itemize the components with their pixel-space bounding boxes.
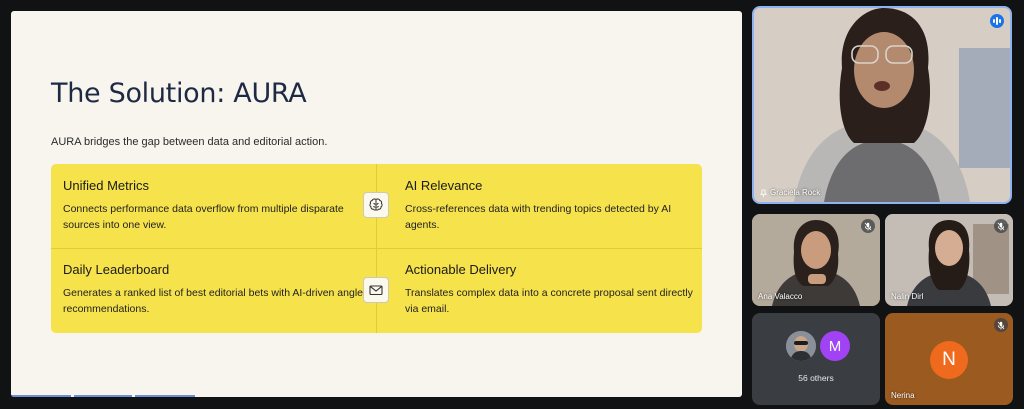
participant-name-label: Ana Valacco xyxy=(758,292,802,301)
feature-card-ai-relevance: AI Relevance Cross-references data with … xyxy=(405,178,705,233)
participant-tile[interactable]: Ana Valacco xyxy=(752,214,880,306)
avatar-letter: M xyxy=(820,331,850,361)
participant-name: Nerina xyxy=(891,391,915,400)
speaking-indicator-icon xyxy=(990,14,1004,28)
participant-tile[interactable]: N Nerina xyxy=(885,313,1013,405)
avatar-photo xyxy=(786,331,816,361)
feature-title: Daily Leaderboard xyxy=(63,262,170,277)
avatar-letter: N xyxy=(930,341,968,379)
envelope-icon xyxy=(363,277,389,303)
feature-card-daily-leaderboard: Daily Leaderboard Generates a ranked lis… xyxy=(63,262,363,317)
slide-progress-bar xyxy=(11,395,742,397)
participant-name-label: Nerina xyxy=(891,391,915,400)
participant-name: Graciela Rock xyxy=(770,188,821,197)
participant-video xyxy=(754,8,1010,202)
feature-card-actionable-delivery: Actionable Delivery Translates complex d… xyxy=(405,262,705,317)
participant-name-label: Graciela Rock xyxy=(760,188,820,197)
feature-body: Connects performance data overflow from … xyxy=(63,203,344,231)
feature-card-unified-metrics: Unified Metrics Connects performance dat… xyxy=(63,178,363,233)
mic-off-icon xyxy=(861,219,875,233)
participant-name: Nalin Dirl xyxy=(891,292,924,301)
feature-title: AI Relevance xyxy=(405,178,483,193)
feature-title: Actionable Delivery xyxy=(405,262,517,277)
pin-icon xyxy=(760,189,767,197)
feature-title: Unified Metrics xyxy=(63,178,149,193)
brain-icon xyxy=(363,192,389,218)
presentation-slide: The Solution: AURA AURA bridges the gap … xyxy=(11,11,742,397)
feature-grid: Unified Metrics Connects performance dat… xyxy=(51,164,702,333)
feature-body: Translates complex data into a concrete … xyxy=(405,287,693,315)
meeting-stage: The Solution: AURA AURA bridges the gap … xyxy=(0,0,1024,409)
slide-subtitle: AURA bridges the gap between data and ed… xyxy=(51,136,328,148)
feature-body: Generates a ranked list of best editoria… xyxy=(63,287,363,315)
avatar-image xyxy=(786,331,816,361)
participant-tile[interactable]: Nalin Dirl xyxy=(885,214,1013,306)
others-count: 56 others xyxy=(798,373,834,383)
participant-name-label: Nalin Dirl xyxy=(891,292,923,301)
progress-segment xyxy=(74,395,132,397)
feature-body: Cross-references data with trending topi… xyxy=(405,203,672,231)
speaker-tile[interactable]: Graciela Rock xyxy=(752,6,1012,204)
participant-name: Ana Valacco xyxy=(758,292,803,301)
mic-off-icon xyxy=(994,318,1008,332)
grid-divider-horizontal xyxy=(51,248,702,249)
others-tile[interactable]: M 56 others xyxy=(752,313,880,405)
progress-segment xyxy=(135,395,195,397)
avatar-stack: M xyxy=(786,331,850,361)
slide-title: The Solution: AURA xyxy=(51,78,307,109)
mic-off-icon xyxy=(994,219,1008,233)
progress-segment xyxy=(11,395,71,397)
